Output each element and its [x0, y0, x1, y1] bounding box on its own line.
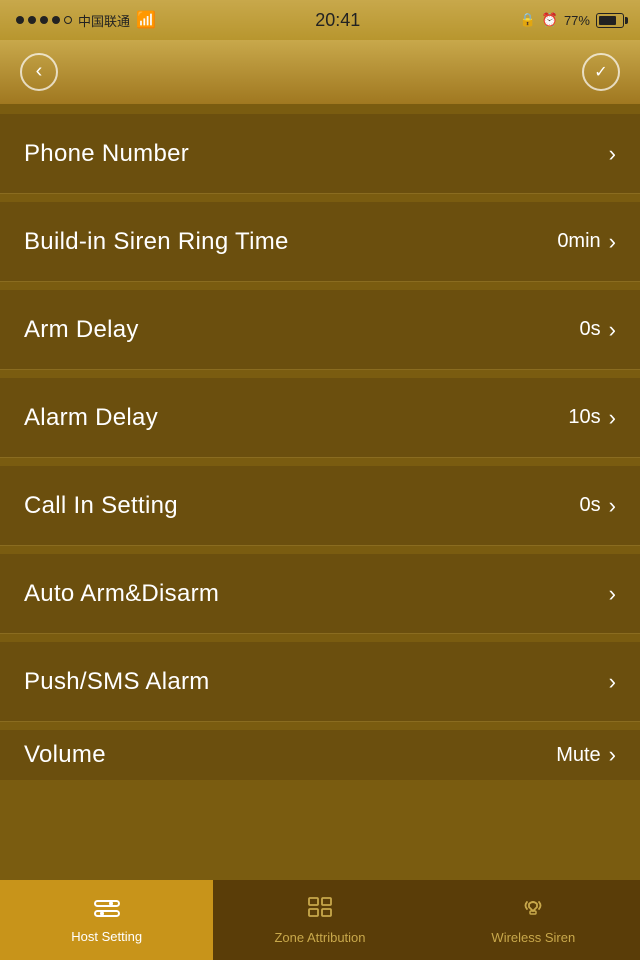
siren-ring-time-chevron: ›: [609, 229, 616, 255]
alarm-icon: ⏰: [542, 12, 558, 28]
auto-arm-disarm-right: ›: [609, 581, 616, 607]
battery-fill: [599, 16, 616, 25]
tab-zone-attribution[interactable]: Zone Attribution: [213, 880, 426, 960]
lock-icon: 🔒: [520, 12, 536, 28]
alarm-delay-label: Alarm Delay: [24, 404, 158, 432]
wireless-siren-label: Wireless Siren: [491, 930, 575, 945]
alarm-delay-right: 10s ›: [568, 405, 616, 431]
call-in-setting-label: Call In Setting: [24, 492, 178, 520]
call-in-setting-chevron: ›: [609, 493, 616, 519]
dot5: [64, 16, 72, 24]
host-setting-icon: [93, 897, 121, 925]
siren-ring-time-value: 0min: [557, 230, 600, 253]
auto-arm-disarm-chevron: ›: [609, 581, 616, 607]
call-in-setting-right: 0s ›: [580, 493, 616, 519]
alarm-delay-item[interactable]: Alarm Delay 10s ›: [0, 378, 640, 458]
tab-wireless-siren[interactable]: Wireless Siren: [427, 880, 640, 960]
wireless-siren-icon: [519, 895, 547, 926]
siren-ring-time-right: 0min ›: [557, 229, 616, 255]
call-in-setting-value: 0s: [580, 494, 601, 517]
arm-delay-right: 0s ›: [580, 317, 616, 343]
push-sms-alarm-item[interactable]: Push/SMS Alarm ›: [0, 642, 640, 722]
nav-bar: ‹ ✓: [0, 40, 640, 104]
battery-percent: 77%: [564, 13, 590, 28]
phone-number-label: Phone Number: [24, 140, 189, 168]
push-sms-alarm-label: Push/SMS Alarm: [24, 668, 210, 696]
status-right: 🔒 ⏰ 77%: [520, 12, 624, 28]
volume-label: Volume: [24, 741, 106, 769]
volume-chevron: ›: [609, 742, 616, 768]
phone-number-chevron: ›: [609, 141, 616, 167]
check-icon: ✓: [594, 62, 607, 82]
phone-number-item[interactable]: Phone Number ›: [0, 114, 640, 194]
wifi-icon: 📶: [136, 10, 156, 30]
volume-item[interactable]: Volume Mute ›: [0, 730, 640, 780]
volume-value: Mute: [556, 744, 600, 767]
arm-delay-chevron: ›: [609, 317, 616, 343]
volume-right: Mute ›: [556, 742, 616, 768]
signal-dots: [16, 16, 72, 24]
dot2: [28, 16, 36, 24]
arm-delay-label: Arm Delay: [24, 316, 139, 344]
back-button[interactable]: ‹: [20, 53, 58, 91]
status-bar: 中国联通 📶 20:41 🔒 ⏰ 77%: [0, 0, 640, 40]
siren-ring-time-label: Build-in Siren Ring Time: [24, 228, 289, 256]
alarm-delay-value: 10s: [568, 406, 600, 429]
arm-delay-item[interactable]: Arm Delay 0s ›: [0, 290, 640, 370]
content-area: Phone Number › Build-in Siren Ring Time …: [0, 104, 640, 880]
phone-number-right: ›: [609, 141, 616, 167]
auto-arm-disarm-label: Auto Arm&Disarm: [24, 580, 219, 608]
confirm-button[interactable]: ✓: [582, 53, 620, 91]
battery-icon: [596, 13, 624, 28]
call-in-setting-item[interactable]: Call In Setting 0s ›: [0, 466, 640, 546]
push-sms-alarm-right: ›: [609, 669, 616, 695]
dot1: [16, 16, 24, 24]
zone-attribution-label: Zone Attribution: [274, 930, 365, 945]
alarm-delay-chevron: ›: [609, 405, 616, 431]
back-icon: ‹: [36, 60, 43, 83]
status-time: 20:41: [315, 10, 360, 31]
tab-host-setting[interactable]: Host Setting: [0, 880, 213, 960]
auto-arm-disarm-item[interactable]: Auto Arm&Disarm ›: [0, 554, 640, 634]
dot3: [40, 16, 48, 24]
status-left: 中国联通 📶: [16, 10, 156, 30]
zone-attribution-icon: [306, 895, 334, 926]
push-sms-alarm-chevron: ›: [609, 669, 616, 695]
tab-bar: Host Setting Zone Attribution Wireless S…: [0, 880, 640, 960]
host-setting-label: Host Setting: [71, 929, 142, 944]
carrier-text: 中国联通: [78, 11, 130, 30]
dot4: [52, 16, 60, 24]
siren-ring-time-item[interactable]: Build-in Siren Ring Time 0min ›: [0, 202, 640, 282]
arm-delay-value: 0s: [580, 318, 601, 341]
